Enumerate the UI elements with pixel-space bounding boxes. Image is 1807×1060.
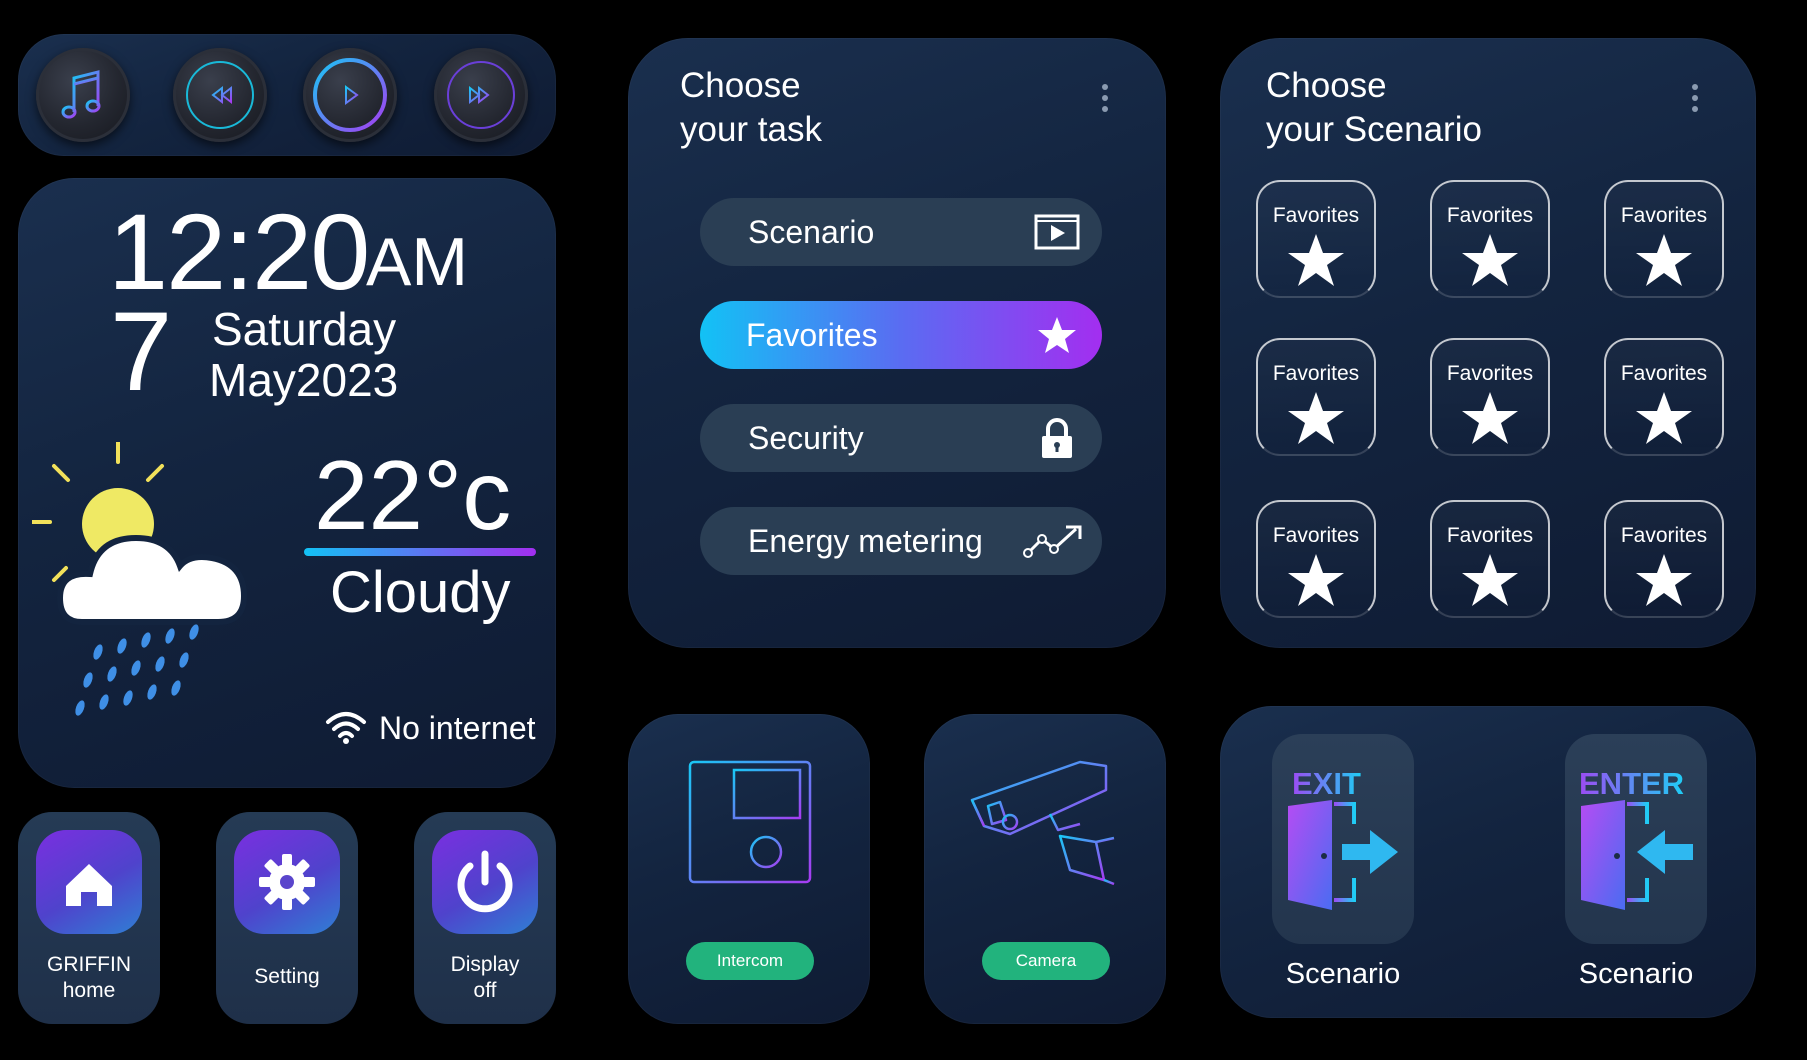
task-panel-title: Choose your task [680, 66, 822, 149]
security-camera-icon [970, 760, 1116, 886]
exit-sign-text: EXIT [1292, 766, 1361, 801]
task-item-favorites[interactable]: Favorites [700, 301, 1102, 369]
favorite-card[interactable]: Favorites [1604, 338, 1724, 456]
trend-chart-icon [1023, 525, 1082, 558]
clock-weather-card: 12:20 AM 7 Saturday May2023 22°c Cloudy … [18, 178, 556, 788]
more-options-icon[interactable] [1102, 84, 1110, 117]
gear-icon [259, 854, 315, 910]
enter-sign-text: ENTER [1579, 766, 1685, 801]
favorite-card[interactable]: Favorites [1430, 180, 1550, 298]
play-icon [313, 58, 387, 132]
task-item-security[interactable]: Security [700, 404, 1102, 472]
display-off-tile[interactable]: Display off [414, 812, 556, 1024]
date-day-number: 7 [110, 289, 173, 414]
partly-cloudy-rain-icon [32, 442, 248, 716]
task-item-label: Favorites [746, 317, 878, 353]
favorite-label: Favorites [1272, 524, 1360, 547]
star-icon [1636, 554, 1692, 606]
star-icon [1462, 392, 1518, 444]
enter-door-icon [1581, 800, 1693, 910]
setting-button[interactable] [234, 830, 340, 934]
enter-scenario-label: Scenario [1578, 958, 1694, 990]
favorite-label: Favorites [1620, 524, 1708, 547]
lock-icon [1042, 418, 1072, 458]
date-weekday: Saturday [212, 303, 397, 355]
rewind-button[interactable] [173, 48, 267, 142]
star-icon [1462, 234, 1518, 286]
star-icon [1462, 554, 1518, 606]
home-button[interactable] [36, 830, 142, 934]
play-button[interactable] [303, 48, 397, 142]
music-icon [61, 70, 101, 119]
media-controls [18, 34, 556, 156]
task-item-label: Security [748, 420, 864, 456]
camera-card[interactable]: Camera [924, 714, 1166, 1024]
favorite-label: Favorites [1272, 204, 1360, 227]
display-off-button[interactable] [432, 830, 538, 934]
home-icon [66, 864, 112, 906]
favorite-card[interactable]: Favorites [1430, 338, 1550, 456]
star-icon [1038, 317, 1076, 353]
tile-label: Display [450, 953, 520, 976]
task-item-energy-metering[interactable]: Energy metering [700, 507, 1102, 575]
intercom-button[interactable]: Intercom [686, 942, 814, 980]
temperature-divider [304, 548, 536, 556]
enter-scenario-button[interactable]: ENTER [1565, 734, 1707, 944]
star-icon [1288, 234, 1344, 286]
task-item-label: Scenario [748, 214, 875, 250]
temperature: 22°c [314, 440, 512, 550]
rewind-icon [186, 61, 254, 129]
exit-enter-panel: EXIT Scenario ENTER Scenario [1220, 706, 1756, 1018]
date-month-year: May2023 [209, 354, 399, 406]
favorite-label: Favorites [1620, 362, 1708, 385]
favorite-card[interactable]: Favorites [1604, 180, 1724, 298]
favorite-label: Favorites [1446, 204, 1534, 227]
favorite-card[interactable]: Favorites [1256, 338, 1376, 456]
favorite-label: Favorites [1446, 524, 1534, 547]
clock-ampm: AM [366, 224, 468, 300]
wifi-icon [326, 712, 366, 744]
favorite-card[interactable]: Favorites [1256, 500, 1376, 618]
intercom-card[interactable]: Intercom [628, 714, 870, 1024]
favorite-card[interactable]: Favorites [1256, 180, 1376, 298]
more-options-icon[interactable] [1692, 84, 1700, 117]
star-icon [1288, 554, 1344, 606]
task-item-label: Energy metering [748, 523, 983, 559]
fast-forward-icon [447, 61, 515, 129]
tile-label-line2: home [62, 979, 116, 1002]
favorite-label: Favorites [1272, 362, 1360, 385]
exit-scenario-label: Scenario [1285, 958, 1401, 990]
exit-scenario-button[interactable]: EXIT [1272, 734, 1414, 944]
fast-forward-button[interactable] [434, 48, 528, 142]
network-status: No internet [379, 710, 536, 746]
exit-door-icon [1288, 800, 1398, 910]
setting-tile[interactable]: Setting [216, 812, 358, 1024]
star-icon [1636, 234, 1692, 286]
scenario-panel-title: Choose your Scenario [1266, 66, 1482, 149]
scenario-panel: Choose your Scenario Favorites Favorites F… [1220, 38, 1756, 648]
star-icon [1288, 392, 1344, 444]
camera-button[interactable]: Camera [982, 942, 1110, 980]
favorite-label: Favorites [1446, 362, 1534, 385]
favorite-card[interactable]: Favorites [1430, 500, 1550, 618]
weather-condition: Cloudy [330, 560, 511, 625]
favorite-card[interactable]: Favorites [1604, 500, 1724, 618]
task-item-scenario[interactable]: Scenario [700, 198, 1102, 266]
tile-label: Setting [254, 965, 320, 988]
music-button[interactable] [36, 48, 130, 142]
tile-label-line2: off [473, 979, 497, 1002]
task-panel: Choose your task Scenario Favorites Secu… [628, 38, 1166, 648]
power-icon [457, 850, 513, 913]
favorite-label: Favorites [1620, 204, 1708, 227]
intercom-icon [688, 760, 812, 884]
tile-label: GRIFFIN [47, 953, 131, 976]
play-box-icon [1034, 214, 1080, 250]
griffin-home-tile[interactable]: GRIFFIN home [18, 812, 160, 1024]
star-icon [1636, 392, 1692, 444]
